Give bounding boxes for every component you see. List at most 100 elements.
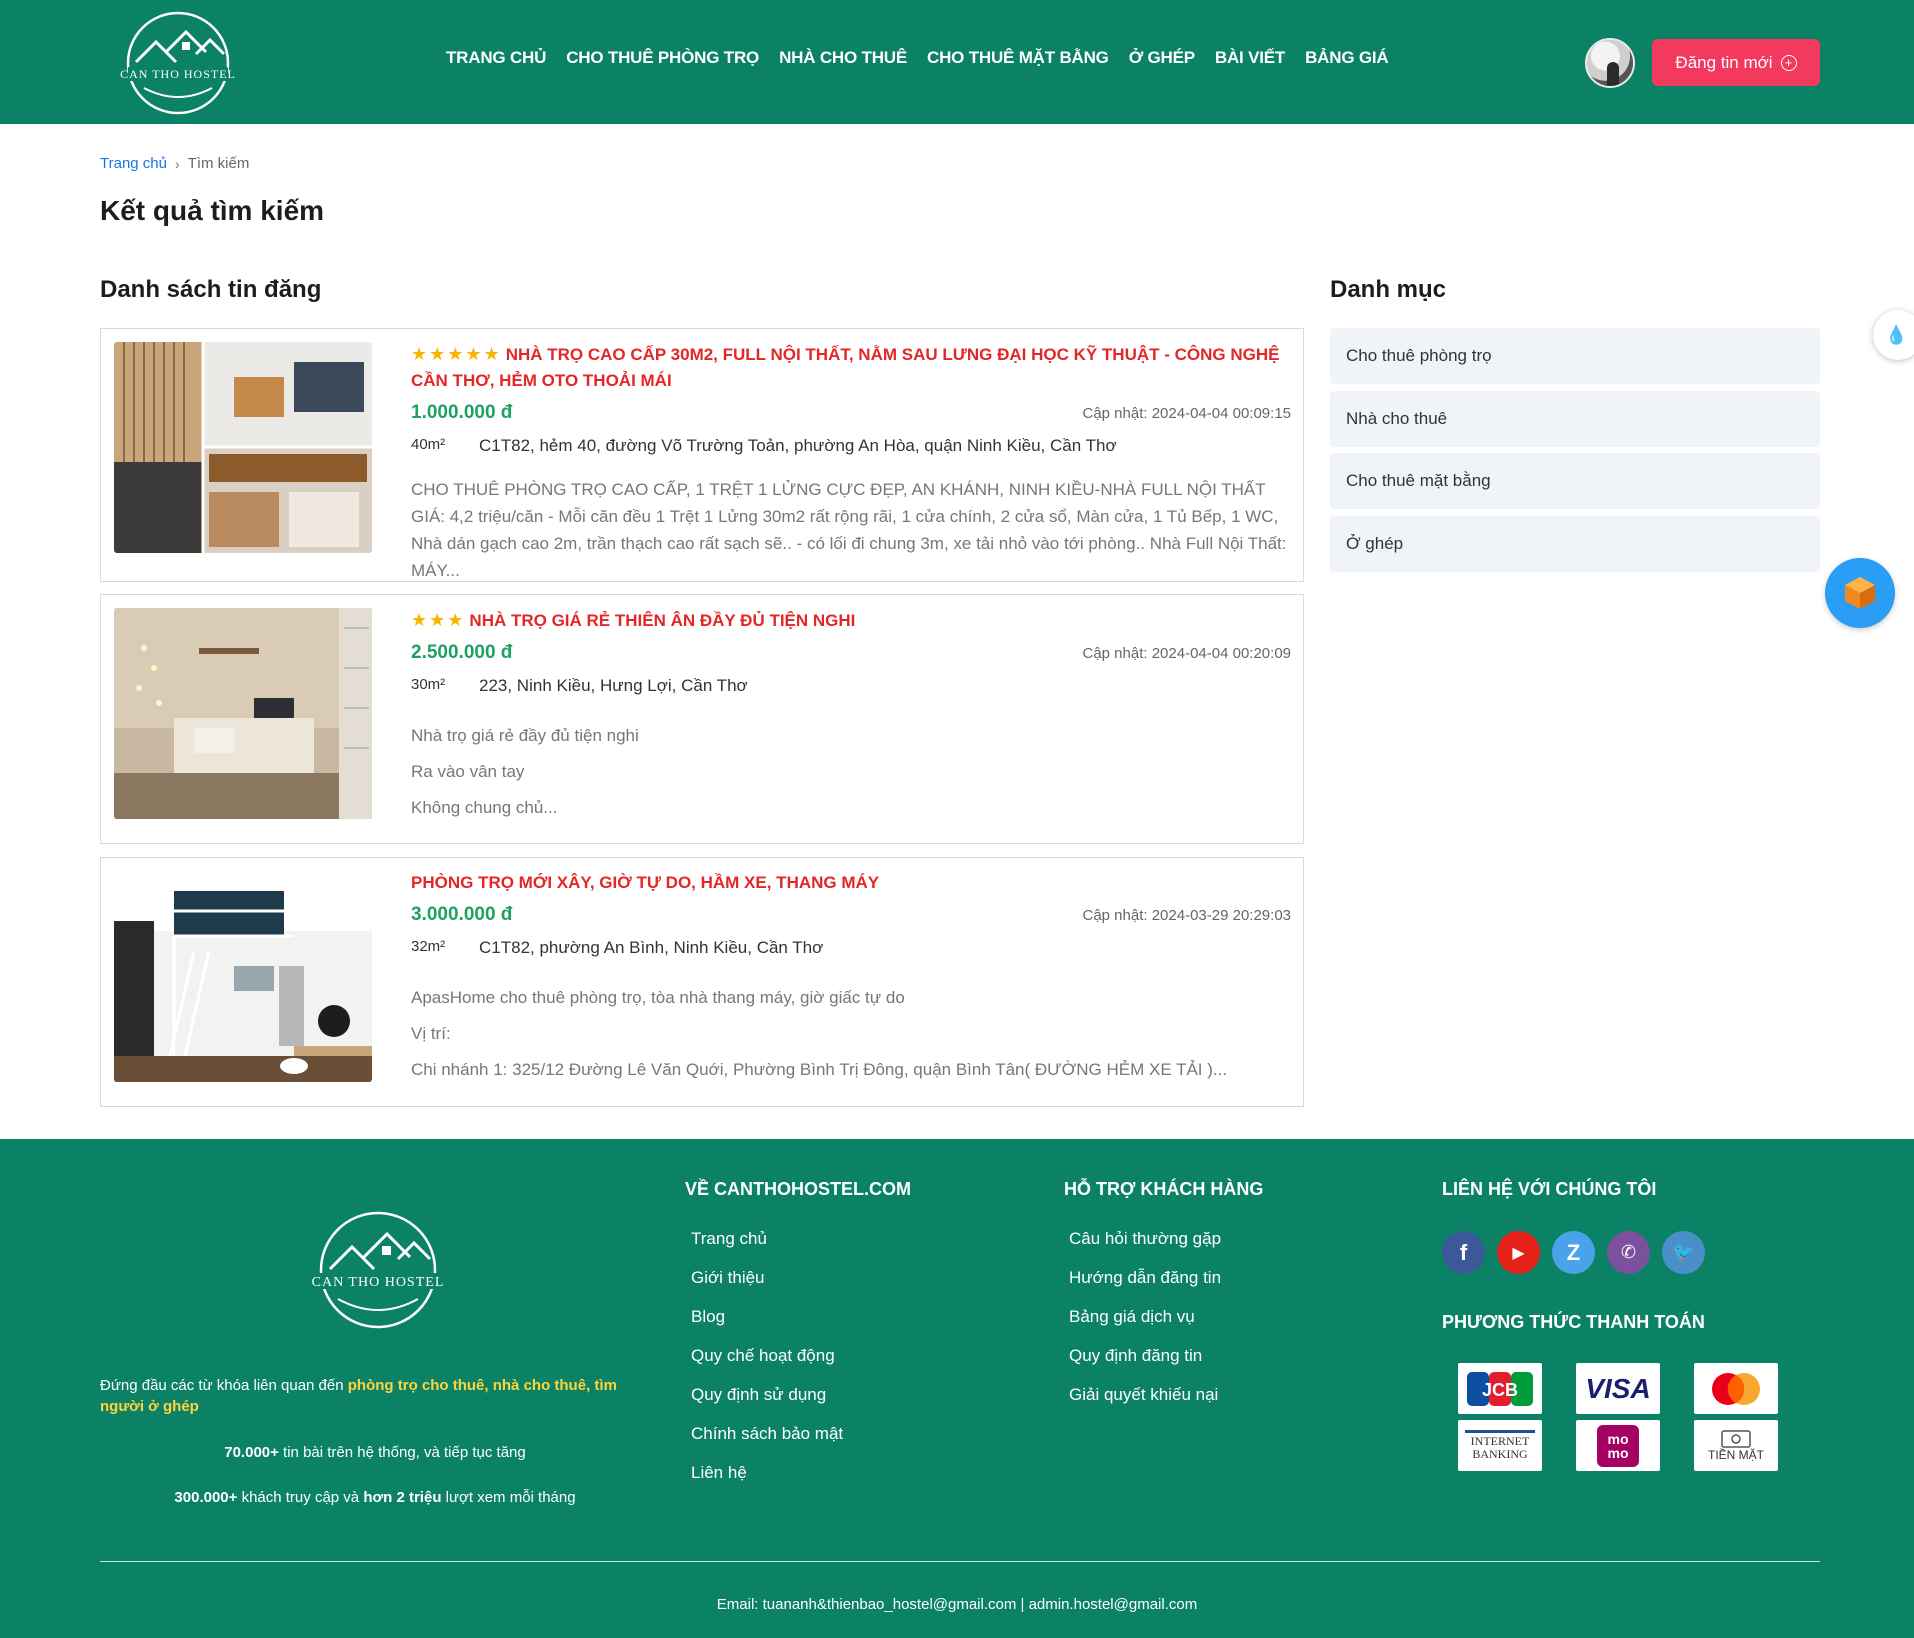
footer-link-item: Quy định đăng tin (1069, 1346, 1221, 1368)
footer-link[interactable]: Quy định sử dụng (691, 1385, 826, 1404)
svg-text:JCB: JCB (1482, 1380, 1518, 1400)
site-footer: CAN THO HOSTEL Đứng đầu các từ khóa liên… (0, 1139, 1914, 1638)
footer-tagline: Đứng đầu các từ khóa liên quan đến phòng… (100, 1375, 650, 1417)
tagline-keyword: phòng trọ cho thuê (347, 1377, 485, 1394)
footer-link-item: Giải quyết khiếu nại (1069, 1385, 1221, 1407)
listing-area: 32m² (411, 938, 446, 955)
footer-link-item: Câu hỏi thường gặp (1069, 1229, 1221, 1251)
listing-address: C1T82, phường An Bình, Ninh Kiều, Cần Th… (479, 938, 824, 957)
nav-pricing[interactable]: BẢNG GIÁ (1305, 48, 1389, 68)
nav-roommates[interactable]: Ở GHÉP (1129, 48, 1195, 68)
category-item-houses[interactable]: Nhà cho thuê (1330, 391, 1820, 447)
nav-articles[interactable]: BÀI VIẾT (1215, 48, 1285, 68)
footer-link-item: Quy định sử dụng (691, 1385, 843, 1407)
viber-icon[interactable]: ✆ (1607, 1231, 1650, 1274)
listing-price: 3.000.000 đ (411, 904, 513, 925)
listing-updated: Cập nhật: 2024-04-04 00:09:15 (1082, 404, 1292, 422)
footer-link-item: Blog (691, 1307, 843, 1329)
footer-link[interactable]: Chính sách bảo mật (691, 1424, 843, 1443)
meta-row: 32m² C1T82, phường An Bình, Ninh Kiều, C… (411, 938, 1291, 958)
footer-link[interactable]: Quy chế hoạt động (691, 1346, 835, 1365)
price-row: 1.000.000 đ Cập nhật: 2024-04-04 00:09:1… (411, 402, 1291, 424)
meta-row: 40m² C1T82, hẻm 40, đường Võ Trường Toản… (411, 436, 1291, 456)
footer-link-item: Hướng dẫn đăng tin (1069, 1268, 1221, 1290)
footer-link[interactable]: Bảng giá dịch vụ (1069, 1307, 1195, 1326)
listing-description: ApasHome cho thuê phòng trọ, tòa nhà tha… (411, 984, 1291, 1083)
footer-email: Email: tuananh&thienbao_hostel@gmail.com… (716, 1596, 1198, 1613)
momo-logo: mo mo (1576, 1420, 1660, 1471)
nav-rooms-for-rent[interactable]: CHO THUÊ PHÒNG TRỌ (566, 48, 759, 68)
stat-text: tin bài trên hệ thống, và tiếp tục tăng (278, 1444, 526, 1461)
category-item-premises[interactable]: Cho thuê mặt bằng (1330, 453, 1820, 509)
stat-number: 300.000+ (174, 1489, 238, 1506)
footer-link[interactable]: Liên hệ (691, 1463, 747, 1482)
description-line: CHO THUÊ PHÒNG TRỌ CAO CẤP, 1 TRỆT 1 LỬN… (411, 480, 1287, 580)
category-item-roommates[interactable]: Ở ghép (1330, 516, 1820, 572)
listing-card[interactable]: ★★★ NHÀ TRỌ GIÁ RẺ THIÊN ÂN ĐẦY ĐỦ TIỆN N… (100, 594, 1304, 844)
listing-content: ★★★ NHÀ TRỌ GIÁ RẺ THIÊN ÂN ĐẦY ĐỦ TIỆN N… (411, 607, 1291, 830)
post-new-listing-button[interactable]: Đăng tin mới + (1652, 39, 1820, 86)
facebook-icon[interactable]: f (1442, 1231, 1485, 1274)
listing-title-text: NHÀ TRỌ GIÁ RẺ THIÊN ÂN ĐẦY ĐỦ TIỆN NGHI (469, 611, 856, 630)
listing-card[interactable]: ★★★★★ NHÀ TRỌ CAO CẤP 30M2, FULL NỘI THẤT… (100, 328, 1304, 582)
payment-methods: JCB VISA INTERNET BANKING mo mo TIỀN MẶT (1458, 1363, 1778, 1471)
footer-link-item: Trang chủ (691, 1229, 843, 1251)
listing-area: 40m² (411, 436, 446, 453)
nav-houses-for-rent[interactable]: NHÀ CHO THUÊ (779, 48, 907, 68)
svg-text:CAN THO HOSTEL: CAN THO HOSTEL (120, 67, 236, 81)
footer-link[interactable]: Câu hỏi thường gặp (1069, 1229, 1221, 1248)
mastercard-logo (1694, 1363, 1778, 1414)
footer-logo[interactable]: CAN THO HOSTEL (298, 1209, 458, 1331)
tagline-keyword: nhà cho thuê (492, 1377, 587, 1394)
internet-banking-logo: INTERNET BANKING (1458, 1420, 1542, 1471)
price-row: 3.000.000 đ Cập nhật: 2024-03-29 20:29:0… (411, 904, 1291, 926)
nav-home[interactable]: TRANG CHỦ (446, 48, 546, 68)
listing-thumbnail[interactable] (114, 342, 372, 553)
listing-card[interactable]: PHÒNG TRỌ MỚI XÂY, GIỜ TỰ DO, HẦM XE, TH… (100, 857, 1304, 1107)
cash-text: TIỀN MẶT (1708, 1447, 1764, 1462)
footer-link-item: Chính sách bảo mật (691, 1424, 843, 1446)
nav-premises-for-rent[interactable]: CHO THUÊ MẶT BẰNG (927, 48, 1109, 68)
listing-title-text: PHÒNG TRỌ MỚI XÂY, GIỜ TỰ DO, HẦM XE, TH… (411, 873, 880, 892)
footer-link-item: Quy chế hoạt động (691, 1346, 843, 1368)
stat-text: khách truy cập và (237, 1489, 364, 1506)
listing-title[interactable]: ★★★★★ NHÀ TRỌ CAO CẤP 30M2, FULL NỘI THẤT… (411, 341, 1291, 394)
cash-logo: TIỀN MẶT (1694, 1420, 1778, 1471)
water-drop-icon[interactable]: 💧 (1873, 310, 1914, 360)
footer-about-title: VỀ CANTHOHOSTEL.COM (685, 1179, 912, 1199)
footer-link[interactable]: Hướng dẫn đăng tin (1069, 1268, 1221, 1287)
footer-link-item: Bảng giá dịch vụ (1069, 1307, 1221, 1329)
tagline-prefix: Đứng đầu các từ khóa liên quan đến (100, 1377, 348, 1394)
internet-banking-text: INTERNET BANKING (1465, 1430, 1535, 1461)
page-title: Kết quả tìm kiếm (100, 195, 325, 226)
footer-link[interactable]: Quy định đăng tin (1069, 1346, 1202, 1365)
footer-stat-posts: 70.000+ tin bài trên hệ thống, và tiếp t… (100, 1444, 650, 1461)
youtube-icon[interactable]: ▶ (1497, 1231, 1540, 1274)
footer-link[interactable]: Giải quyết khiếu nại (1069, 1385, 1218, 1404)
listing-title[interactable]: ★★★ NHÀ TRỌ GIÁ RẺ THIÊN ÂN ĐẦY ĐỦ TIỆN N… (411, 607, 1291, 634)
footer-link[interactable]: Giới thiệu (691, 1268, 765, 1287)
footer-link[interactable]: Trang chủ (691, 1229, 767, 1248)
listing-area: 30m² (411, 676, 446, 693)
description-line: Nhà trọ giá rẻ đầy đủ tiện nghi (411, 726, 639, 745)
description-line: Không chung chủ... (411, 798, 558, 817)
breadcrumb: Trang chủ › Tìm kiếm (100, 155, 249, 172)
visa-logo: VISA (1576, 1363, 1660, 1414)
twitter-icon[interactable]: 🐦 (1662, 1231, 1705, 1274)
main-nav: TRANG CHỦ CHO THUÊ PHÒNG TRỌ NHÀ CHO THU… (446, 48, 1409, 68)
chevron-right-icon: › (174, 155, 180, 172)
listing-thumbnail[interactable] (114, 608, 372, 819)
box-widget-icon[interactable] (1825, 558, 1895, 628)
listing-content: ★★★★★ NHÀ TRỌ CAO CẤP 30M2, FULL NỘI THẤT… (411, 341, 1291, 593)
footer-link[interactable]: Blog (691, 1307, 725, 1326)
site-logo[interactable]: CAN THO HOSTEL (108, 10, 248, 116)
zalo-icon[interactable]: Z (1552, 1231, 1595, 1274)
category-item-rooms[interactable]: Cho thuê phòng trọ (1330, 328, 1820, 384)
breadcrumb-home-link[interactable]: Trang chủ (100, 155, 167, 172)
listing-address: 223, Ninh Kiều, Hưng Lợi, Cần Thơ (479, 676, 748, 695)
listing-title[interactable]: PHÒNG TRỌ MỚI XÂY, GIỜ TỰ DO, HẦM XE, TH… (411, 870, 1291, 896)
user-avatar[interactable] (1585, 38, 1635, 88)
listing-description: CHO THUÊ PHÒNG TRỌ CAO CẤP, 1 TRỆT 1 LỬN… (411, 476, 1291, 584)
footer-support-links: Câu hỏi thường gặp Hướng dẫn đăng tin Bả… (1069, 1229, 1221, 1424)
listing-thumbnail[interactable] (114, 871, 372, 1082)
